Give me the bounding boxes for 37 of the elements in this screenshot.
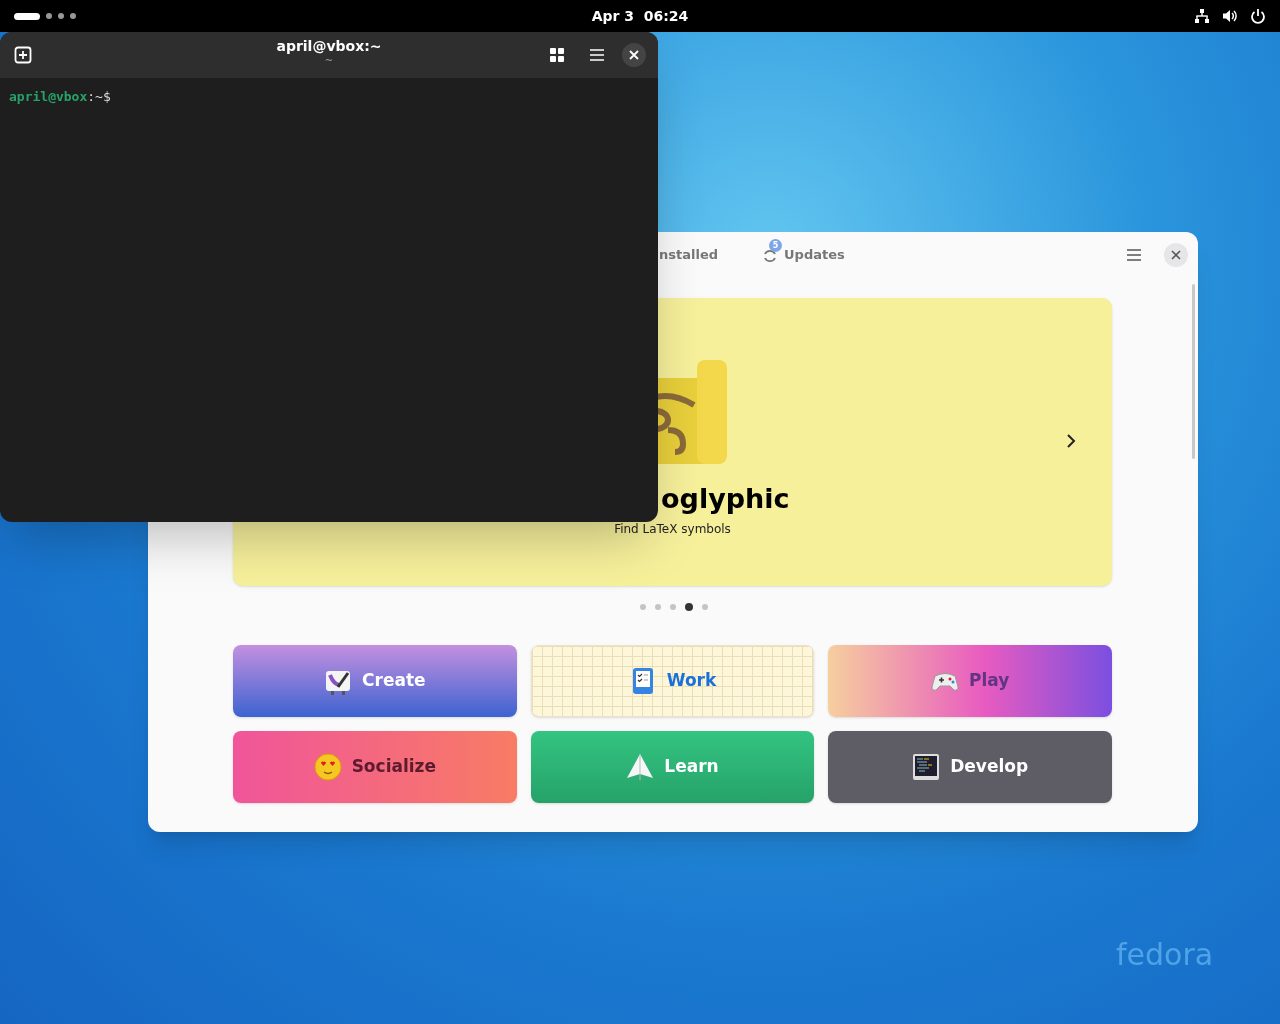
close-button[interactable]	[622, 43, 646, 67]
window-title: april@vbox:~	[276, 37, 382, 55]
workspace-indicator[interactable]	[58, 13, 64, 19]
category-button[interactable]: Develop	[828, 731, 1112, 803]
refresh-icon	[762, 248, 778, 264]
category-button[interactable]: Play	[828, 645, 1112, 717]
menu-icon	[1126, 248, 1142, 262]
workspace-indicator[interactable]	[70, 13, 76, 19]
paper-plane-icon	[626, 753, 655, 781]
chevron-right-icon	[1066, 433, 1076, 449]
volume-icon[interactable]	[1222, 8, 1238, 24]
new-tab-button[interactable]	[12, 44, 34, 66]
tab[interactable]: 5 Updates	[762, 240, 845, 270]
code-editor-icon	[912, 753, 941, 781]
grid-icon	[550, 48, 564, 62]
banner-title: oglyphic	[661, 482, 790, 516]
close-icon	[629, 50, 639, 60]
workspace-indicator[interactable]	[46, 13, 52, 19]
close-button[interactable]	[1164, 243, 1188, 267]
category-button[interactable]: Work	[530, 645, 815, 717]
banner-subtitle: Find LaTeX symbols	[614, 521, 731, 538]
scrollbar[interactable]	[1192, 284, 1195, 459]
new-tab-icon	[14, 46, 32, 64]
update-count-badge: 5	[769, 239, 782, 252]
power-icon[interactable]	[1250, 8, 1266, 24]
category-button[interactable]: Learn	[530, 731, 815, 803]
menu-icon	[589, 48, 605, 62]
network-icon[interactable]	[1194, 8, 1210, 24]
close-icon	[1171, 250, 1181, 260]
workspace-indicator[interactable]	[14, 12, 40, 20]
clock[interactable]: Apr 3 06:24	[591, 5, 689, 27]
tab[interactable]: nstalled	[659, 240, 718, 270]
window-subtitle: ~	[324, 55, 334, 67]
smiley-heart-eyes-icon	[313, 753, 342, 781]
terminal-prompt: april@vbox:~$	[8, 88, 112, 106]
category-button[interactable]: Create	[233, 645, 517, 717]
category-button[interactable]: Socialize	[233, 731, 517, 803]
